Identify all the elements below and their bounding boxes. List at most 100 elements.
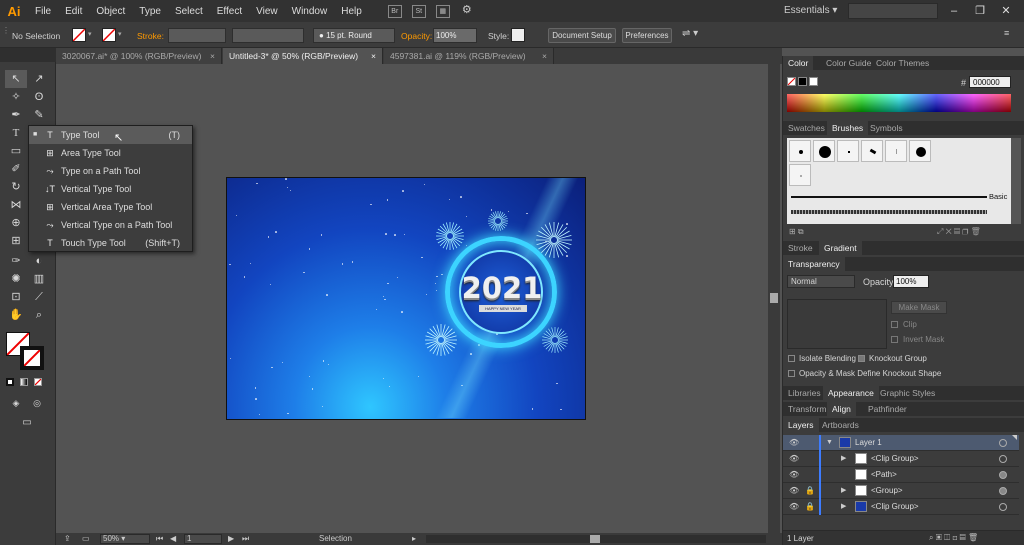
none-mode-icon[interactable] xyxy=(34,378,42,386)
fill-swatch[interactable] xyxy=(72,28,86,42)
zoom-tool-icon[interactable]: ⌕ xyxy=(28,306,50,324)
brush-actions-icon[interactable]: ⤢ ✕ ▤ ❐ 🗑 xyxy=(937,227,981,237)
visibility-eye-icon[interactable]: 👁 xyxy=(789,435,799,451)
maximize-button[interactable]: ❐ xyxy=(970,3,990,19)
mesh-tool-icon[interactable]: ⊞ xyxy=(5,232,27,250)
lasso-tool-icon[interactable]: ʘ xyxy=(28,88,50,106)
flyout-touch-type-tool[interactable]: T Touch Type Tool (Shift+T) xyxy=(29,234,192,252)
draw-mode-icon[interactable]: ◈ xyxy=(5,394,27,412)
document-icon[interactable]: ▭ xyxy=(82,534,90,543)
tab-transparency[interactable]: Transparency xyxy=(783,257,845,271)
expand-chevron-icon[interactable]: ▶ xyxy=(841,499,846,515)
flyout-vertical-area-type-tool[interactable]: ⊞ Vertical Area Type Tool xyxy=(29,198,192,216)
expand-chevron-icon[interactable]: ▶ xyxy=(841,451,846,467)
scroll-thumb[interactable] xyxy=(770,293,778,303)
target-circle-icon[interactable] xyxy=(999,487,1007,495)
menu-view[interactable]: View xyxy=(249,6,285,17)
target-circle-icon[interactable] xyxy=(999,439,1007,447)
symbol-sprayer-tool-icon[interactable]: ✺ xyxy=(5,270,27,288)
isolate-blending-checkbox[interactable] xyxy=(788,355,795,362)
artboard-select[interactable]: 1 xyxy=(184,534,222,544)
tab-transform[interactable]: Transform xyxy=(783,402,831,416)
artboard-tool-icon[interactable]: ⊡ xyxy=(5,288,27,306)
tab-stroke[interactable]: Stroke xyxy=(783,241,818,255)
vertical-scrollbar[interactable] xyxy=(768,64,780,533)
close-tab-icon[interactable]: × xyxy=(210,48,215,64)
paintbrush-tool-icon[interactable]: ✐ xyxy=(5,160,27,178)
brush-library-icon[interactable]: ⊞ ⧉ xyxy=(789,227,804,237)
tab-libraries[interactable]: Libraries xyxy=(783,386,826,400)
target-circle-icon[interactable] xyxy=(999,455,1007,463)
opacity-mask-checkbox[interactable] xyxy=(788,370,795,377)
knockout-group-checkbox[interactable] xyxy=(858,355,865,362)
width-tool-icon[interactable]: ⋈ xyxy=(5,196,27,214)
direct-selection-tool-icon[interactable]: ↗ xyxy=(28,70,50,88)
black-color-icon[interactable] xyxy=(798,77,807,86)
brush-item[interactable] xyxy=(861,140,883,162)
workspace-switcher[interactable]: Essentials ▾ xyxy=(784,5,837,16)
tab-document-3[interactable]: 4597381.ai @ 119% (RGB/Preview) × xyxy=(384,48,554,64)
none-color-icon[interactable] xyxy=(787,77,796,86)
blend-mode-select[interactable]: Normal xyxy=(787,275,855,288)
brush-item[interactable] xyxy=(885,140,907,162)
hand-tool-icon[interactable]: ✋ xyxy=(5,306,27,324)
brush-item[interactable] xyxy=(909,140,931,162)
fill-dropdown-icon[interactable]: ▾ xyxy=(88,30,92,38)
tab-document-2[interactable]: Untitled-3* @ 50% (RGB/Preview) × xyxy=(223,48,383,64)
menu-edit[interactable]: Edit xyxy=(58,6,89,17)
menu-effect[interactable]: Effect xyxy=(210,6,249,17)
lock-icon[interactable]: 🔒 xyxy=(805,483,815,499)
tab-artboards[interactable]: Artboards xyxy=(817,418,864,432)
tab-symbols[interactable]: Symbols xyxy=(865,121,908,135)
hex-input[interactable]: 000000 xyxy=(969,76,1011,88)
tab-graphic-styles[interactable]: Graphic Styles xyxy=(875,386,940,400)
eyedropper-tool-icon[interactable]: ✑ xyxy=(5,252,27,270)
invert-mask-checkbox[interactable] xyxy=(891,336,898,343)
screen-mode-icon[interactable]: ▭ xyxy=(16,414,38,432)
lock-icon[interactable]: 🔒 xyxy=(805,499,815,515)
blend-tool-icon[interactable]: ◐ xyxy=(28,252,50,270)
magic-wand-tool-icon[interactable]: ✧ xyxy=(5,88,27,106)
brush-item[interactable] xyxy=(813,140,835,162)
menu-window[interactable]: Window xyxy=(285,6,335,17)
status-menu-icon[interactable]: ▸ xyxy=(412,534,416,543)
next-artboard-icon[interactable]: ▶ xyxy=(228,534,234,543)
slice-tool-icon[interactable]: ⟋ xyxy=(28,288,50,306)
menu-help[interactable]: Help xyxy=(334,6,369,17)
stroke-label[interactable]: Stroke: xyxy=(137,31,164,41)
tab-layers[interactable]: Layers xyxy=(783,418,819,432)
rectangle-tool-icon[interactable]: ▭ xyxy=(5,142,27,160)
graphic-style-swatch[interactable] xyxy=(511,28,525,42)
shape-builder-tool-icon[interactable]: ⊕ xyxy=(5,214,27,232)
opacity-input[interactable]: 100% xyxy=(433,28,477,43)
make-mask-button[interactable]: Make Mask xyxy=(891,301,947,314)
layer-row[interactable]: 👁 ▶ <Clip Group> xyxy=(783,451,1019,467)
menu-select[interactable]: Select xyxy=(168,6,210,17)
flyout-type-on-path-tool[interactable]: ⤳ Type on a Path Tool xyxy=(29,162,192,180)
stock-icon[interactable]: St xyxy=(411,4,426,18)
visibility-eye-icon[interactable]: 👁 xyxy=(789,451,799,467)
flyout-vertical-type-on-path-tool[interactable]: ⤳ Vertical Type on a Path Tool xyxy=(29,216,192,234)
flyout-vertical-type-tool[interactable]: ↓T Vertical Type Tool xyxy=(29,180,192,198)
arrange-icon[interactable]: ⇌ ▾ xyxy=(682,28,698,39)
close-button[interactable]: ✕ xyxy=(996,3,1016,19)
arrange-documents-icon[interactable]: ▦ xyxy=(435,4,450,18)
basic-brush-stroke[interactable] xyxy=(791,196,987,198)
last-artboard-icon[interactable]: ⏭ xyxy=(242,534,249,544)
visibility-eye-icon[interactable]: 👁 xyxy=(789,467,799,483)
gradient-mode-icon[interactable] xyxy=(20,378,28,386)
close-tab-icon[interactable]: × xyxy=(542,48,547,64)
tab-document-1[interactable]: 3020067.ai* @ 100% (RGB/Preview) × xyxy=(56,48,222,64)
visibility-eye-icon[interactable]: 👁 xyxy=(789,499,799,515)
brush-item[interactable] xyxy=(789,164,811,186)
tab-appearance[interactable]: Appearance xyxy=(823,386,879,400)
tab-color-guide[interactable]: Color Guide xyxy=(821,56,876,70)
share-icon[interactable]: ⇪ xyxy=(64,534,71,543)
artboard[interactable]: 2021 HAPPY NEW YEAR xyxy=(226,177,586,420)
gpu-performance-icon[interactable]: ⚙ xyxy=(460,4,474,18)
close-tab-icon[interactable]: × xyxy=(371,48,376,64)
pen-tool-icon[interactable]: ✒ xyxy=(5,106,27,124)
opacity-input[interactable]: 100% xyxy=(893,275,929,288)
panel-menu-icon[interactable]: ≡ xyxy=(1004,28,1009,38)
color-spectrum[interactable] xyxy=(787,94,1011,112)
